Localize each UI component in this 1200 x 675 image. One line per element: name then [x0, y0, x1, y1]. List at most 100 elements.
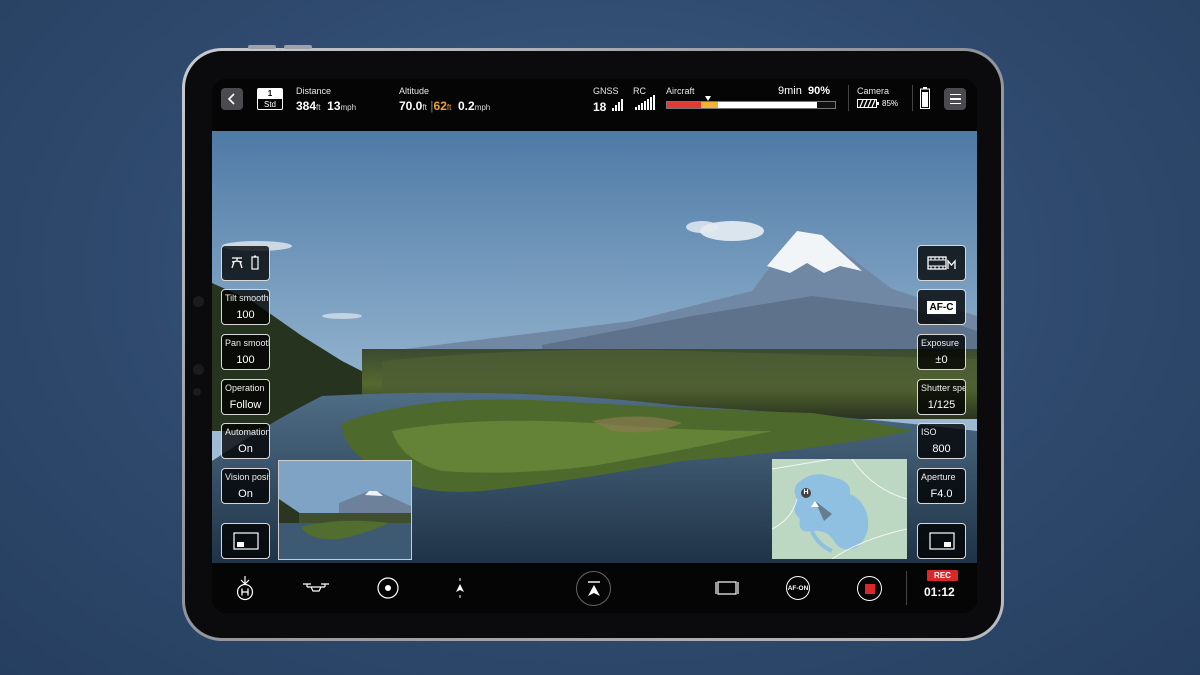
- topbar-divider: [912, 85, 913, 111]
- iso-control[interactable]: ISO 800: [917, 423, 966, 459]
- home-point-marker: H: [801, 488, 811, 498]
- vision-position-label: Vision position: [225, 472, 269, 482]
- aircraft-battery-percent: 90%: [807, 85, 830, 97]
- iso-label: ISO: [921, 427, 937, 437]
- takeoff-button[interactable]: [576, 571, 611, 606]
- gimbal-target-icon: [377, 577, 399, 599]
- flight-mode-number: 1: [258, 89, 282, 99]
- shutter-speed-label: Shutter speed: [921, 383, 965, 393]
- takeoff-icon: [587, 580, 600, 596]
- tablet-device: 1 Std Distance 384ft 13mph Altitude 70.0…: [182, 48, 1004, 641]
- operation-value: Follow: [229, 399, 262, 411]
- automation-value: On: [238, 443, 253, 455]
- return-to-home-button[interactable]: [232, 573, 258, 603]
- compass-button[interactable]: [450, 575, 470, 601]
- bottom-control-bar: AF-ON REC 01:12: [212, 563, 977, 613]
- battery-used-zone: [817, 102, 835, 108]
- operation-label: Operation: [225, 383, 265, 393]
- battery-critical-zone: [667, 102, 701, 108]
- camera-battery-label: Camera: [857, 86, 890, 96]
- altitude-readout: 70.0ft |62ft 0.2mph: [399, 99, 491, 113]
- focus-mode-button[interactable]: AF-C: [917, 289, 966, 325]
- gnss-label: GNSS: [593, 86, 619, 96]
- altitude-label: Altitude: [399, 86, 430, 96]
- live-camera-view[interactable]: Tilt smoothing 100 Pan smoothing 100 Ope…: [212, 131, 977, 563]
- picture-in-picture-icon: [232, 532, 259, 550]
- distance-label: Distance: [296, 86, 332, 96]
- side-sensor: [193, 388, 201, 396]
- altitude-secondary-value: 62: [433, 99, 447, 113]
- pip-toggle-button[interactable]: [221, 523, 270, 559]
- focus-mode-value: AF-C: [926, 300, 957, 314]
- secondary-camera-pip[interactable]: [278, 460, 412, 560]
- top-status-bar: 1 Std Distance 384ft 13mph Altitude 70.0…: [212, 79, 977, 131]
- aspect-frame-icon: [715, 581, 739, 595]
- pan-smoothing-label: Pan smoothing: [225, 338, 269, 348]
- shutter-speed-control[interactable]: Shutter speed 1/125: [917, 379, 966, 415]
- iso-value: 800: [932, 443, 951, 455]
- return-to-home-icon: [236, 576, 254, 601]
- rc-signal-readout: [633, 95, 655, 115]
- tilt-smoothing-label: Tilt smoothing: [225, 293, 269, 303]
- pan-smoothing-control[interactable]: Pan smoothing 100: [221, 334, 270, 370]
- vertical-speed-unit: mph: [474, 103, 491, 112]
- aircraft-battery-readout: 9min 90%: [778, 85, 830, 97]
- front-camera: [193, 296, 204, 307]
- altitude-value: 70.0: [399, 99, 423, 113]
- af-on-button[interactable]: AF-ON: [786, 576, 810, 600]
- vertical-speed-value: 0.2: [458, 99, 475, 113]
- camera-battery-readout: 85%: [857, 99, 898, 108]
- tilt-smoothing-control[interactable]: Tilt smoothing 100: [221, 289, 270, 325]
- minimap[interactable]: H: [772, 459, 907, 559]
- record-button[interactable]: [857, 576, 882, 601]
- exposure-control[interactable]: Exposure ±0: [917, 334, 966, 370]
- aircraft-battery-bar: [666, 101, 836, 109]
- exposure-label: Exposure: [921, 338, 960, 348]
- aperture-value: F4.0: [930, 488, 953, 500]
- recording-time: 01:12: [924, 585, 955, 599]
- battery-low-zone: [701, 102, 718, 108]
- tilt-smoothing-value: 100: [236, 309, 255, 321]
- device-battery-status: [920, 87, 930, 114]
- tablet-bezel: 1 Std Distance 384ft 13mph Altitude 70.0…: [185, 51, 1001, 638]
- back-button[interactable]: [221, 88, 243, 110]
- automation-label: Automation: [225, 427, 269, 437]
- movie-mode-button[interactable]: [917, 245, 966, 281]
- chevron-left-icon: [227, 93, 235, 105]
- gnss-signal-icon: [611, 99, 623, 111]
- record-stop-icon: [864, 583, 875, 594]
- aircraft-battery-label: Aircraft: [666, 86, 695, 96]
- automation-control[interactable]: Automation On: [221, 423, 270, 459]
- aspect-frame-button[interactable]: [714, 577, 740, 599]
- rc-signal-icon: [635, 95, 655, 110]
- drone-status-button[interactable]: [301, 577, 331, 599]
- altitude-unit: ft: [422, 103, 427, 112]
- aircraft-flight-time: 9min: [778, 85, 802, 97]
- horizontal-speed-value: 13: [327, 99, 341, 113]
- operation-control[interactable]: Operation Follow: [221, 379, 270, 415]
- movie-mode-icon: [926, 256, 956, 270]
- horizontal-speed-unit: mph: [340, 103, 357, 112]
- distance-unit: ft: [316, 103, 321, 112]
- af-on-label: AF-ON: [787, 584, 809, 592]
- drone-battery-button[interactable]: [221, 245, 270, 281]
- drone-battery-icon: [230, 255, 259, 270]
- map-pip-toggle-button[interactable]: [917, 523, 966, 559]
- volume-button: [284, 45, 312, 49]
- aperture-label: Aperture: [921, 472, 956, 482]
- picture-in-picture-icon: [928, 532, 955, 550]
- minimap-graphic: [772, 459, 907, 559]
- hamburger-menu-icon: [949, 93, 961, 105]
- vision-position-control[interactable]: Vision position On: [221, 468, 270, 504]
- menu-button[interactable]: [944, 88, 966, 110]
- flight-mode-label: Std: [263, 100, 276, 109]
- aperture-control[interactable]: Aperture F4.0: [917, 468, 966, 504]
- pan-smoothing-value: 100: [236, 354, 255, 366]
- exposure-value: ±0: [935, 354, 948, 366]
- rec-badge: REC: [927, 570, 958, 581]
- flight-mode-badge[interactable]: 1 Std: [257, 88, 283, 110]
- shutter-speed-value: 1/125: [927, 399, 956, 411]
- gimbal-button[interactable]: [375, 575, 401, 601]
- device-battery-icon: [920, 87, 930, 109]
- app-screen: 1 Std Distance 384ft 13mph Altitude 70.0…: [212, 79, 977, 613]
